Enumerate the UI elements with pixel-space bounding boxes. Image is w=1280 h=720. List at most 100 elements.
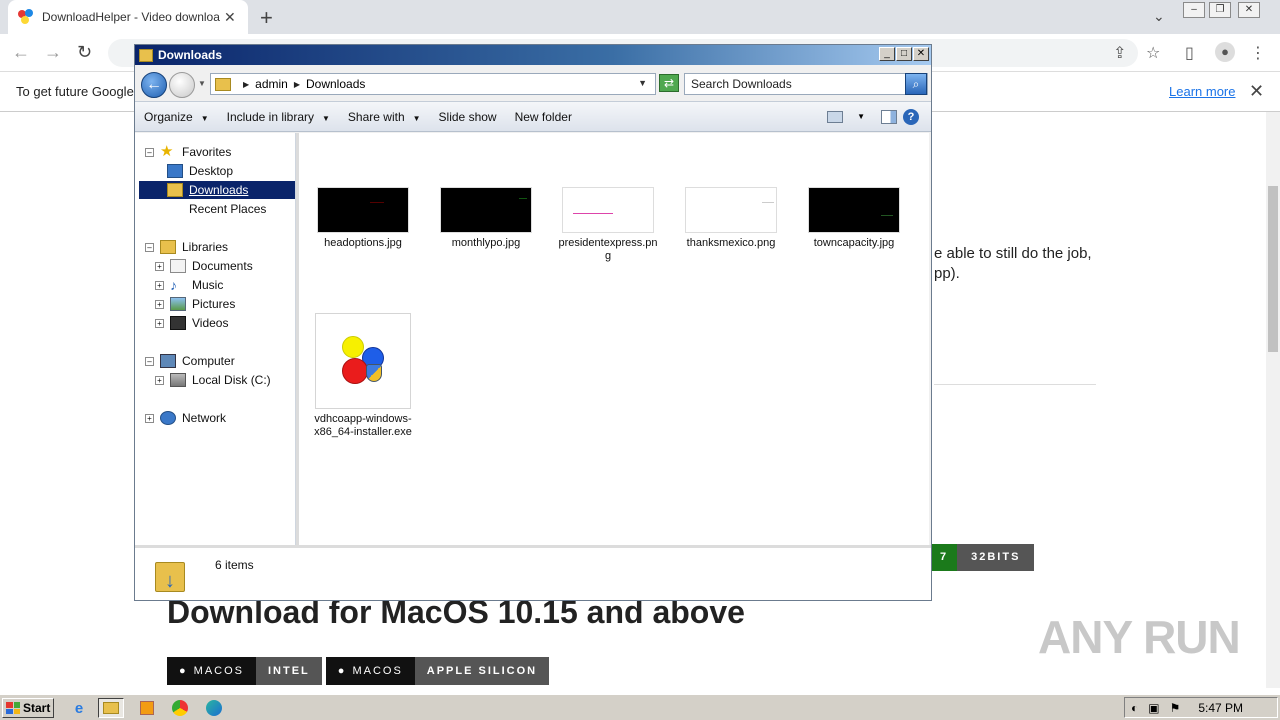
- refresh-icon[interactable]: ⇄: [659, 74, 679, 92]
- explorer-address-bar[interactable]: ▶ admin ▶ Downloads ▼: [210, 73, 656, 95]
- clock[interactable]: 5:47 PM: [1198, 701, 1243, 715]
- nav-item-computer[interactable]: – Computer: [145, 352, 235, 370]
- share-icon[interactable]: ⇪: [1113, 43, 1126, 63]
- chrome-icon[interactable]: [167, 698, 193, 718]
- action-center-flag-icon[interactable]: ⚑: [1170, 701, 1181, 715]
- back-arrow-icon[interactable]: ←: [141, 72, 167, 98]
- button-os-label: MACOS: [352, 665, 403, 677]
- macos-intel-download-button[interactable]: ● MACOS INTEL: [167, 657, 322, 685]
- nav-item-local-disk[interactable]: + Local Disk (C:): [155, 371, 271, 389]
- nav-item-network[interactable]: + Network: [145, 409, 226, 427]
- change-view-icon[interactable]: [827, 110, 844, 123]
- nav-item-desktop[interactable]: Desktop: [167, 162, 233, 180]
- internet-explorer-icon[interactable]: e: [66, 698, 92, 718]
- explorer-maximize-button[interactable]: □: [896, 47, 912, 61]
- nav-item-downloads[interactable]: Downloads: [139, 181, 295, 199]
- badge-os-label: 7: [931, 544, 958, 571]
- edge-icon[interactable]: [201, 698, 227, 718]
- include-in-library-button[interactable]: Include in library ▼: [218, 110, 339, 124]
- file-item-thanksmexico[interactable]: thanksmexico.png: [681, 187, 781, 250]
- forward-arrow-icon[interactable]: →: [44, 42, 62, 63]
- details-pane: ↓ 6 items: [135, 545, 931, 600]
- body-text-line: e able to still do the job,: [934, 245, 1092, 262]
- chevron-right-icon[interactable]: ▶: [243, 80, 249, 89]
- anyrun-watermark: ANY RUN: [1038, 611, 1241, 663]
- reload-icon[interactable]: ↻: [77, 42, 92, 63]
- page-scrollbar-thumb[interactable]: [1268, 186, 1278, 352]
- expand-icon[interactable]: +: [145, 413, 154, 423]
- preview-pane-icon[interactable]: [881, 109, 897, 124]
- body-text-line: pp).: [934, 265, 960, 282]
- share-with-button[interactable]: Share with ▼: [339, 110, 430, 124]
- nav-item-recent-places[interactable]: Recent Places: [167, 200, 266, 218]
- file-item-presidentexpress[interactable]: presidentexpress.png: [558, 187, 658, 263]
- file-item-vdhcoapp-installer[interactable]: vdhcoapp-windows-x86_64-installer.exe: [313, 313, 413, 439]
- new-folder-button[interactable]: New folder: [506, 110, 581, 124]
- view-dropdown-icon[interactable]: ▼: [857, 112, 865, 121]
- slide-show-button[interactable]: Slide show: [430, 110, 506, 124]
- learn-more-link[interactable]: Learn more: [1169, 84, 1235, 99]
- minimize-window-button[interactable]: –: [1183, 2, 1205, 18]
- explorer-close-button[interactable]: ✕: [913, 47, 929, 61]
- file-item-monthlypo[interactable]: monthlypo.jpg: [436, 187, 536, 250]
- forward-arrow-icon[interactable]: [169, 72, 195, 98]
- network-status-icon[interactable]: ▣: [1148, 701, 1159, 715]
- windows-32bits-download-button[interactable]: 7 32BITS: [931, 544, 1035, 571]
- explorer-title-bar[interactable]: Downloads _ □ ✕: [135, 45, 931, 65]
- command-bar: Organize ▼ Include in library ▼ Share with…: [135, 101, 931, 132]
- windows-explorer-taskbar-icon[interactable]: [98, 698, 124, 718]
- bookmark-star-icon[interactable]: ☆: [1146, 43, 1160, 63]
- breadcrumb-admin[interactable]: admin: [255, 77, 288, 91]
- close-window-button[interactable]: ✕: [1238, 2, 1260, 18]
- music-icon: ♪: [170, 277, 177, 293]
- explorer-window: Downloads _ □ ✕ ← ▼ ▶ admin ▶ Downloads …: [134, 44, 932, 601]
- volume-icon[interactable]: ◐: [1131, 701, 1138, 715]
- address-dropdown-icon[interactable]: ▼: [638, 78, 647, 88]
- nav-item-pictures[interactable]: + Pictures: [155, 295, 235, 313]
- videos-icon: [170, 316, 186, 330]
- infobar-close-icon[interactable]: ✕: [1249, 81, 1264, 102]
- tab-close-icon[interactable]: ✕: [224, 9, 236, 26]
- side-panel-icon[interactable]: ▯: [1185, 43, 1194, 63]
- search-input[interactable]: Search Downloads ⌕: [684, 73, 928, 95]
- menu-kebab-icon[interactable]: ⋮: [1250, 43, 1266, 63]
- page-scrollbar[interactable]: [1266, 112, 1280, 688]
- collapse-icon[interactable]: –: [145, 242, 154, 252]
- expand-icon[interactable]: +: [155, 261, 164, 271]
- expand-icon[interactable]: +: [155, 299, 164, 309]
- start-button[interactable]: Start: [2, 698, 54, 718]
- breadcrumb-downloads[interactable]: Downloads: [306, 77, 365, 91]
- restore-window-button[interactable]: ❐: [1209, 2, 1231, 18]
- image-thumbnail: [317, 187, 409, 233]
- macos-apple-silicon-download-button[interactable]: ● MACOS APPLE SILICON: [325, 657, 550, 685]
- help-icon[interactable]: ?: [903, 108, 919, 125]
- file-item-towncapacity[interactable]: towncapacity.jpg: [804, 187, 904, 250]
- search-icon[interactable]: ⌕: [905, 73, 927, 95]
- nav-item-documents[interactable]: + Documents: [155, 257, 253, 275]
- start-label: Start: [23, 701, 51, 715]
- explorer-minimize-button[interactable]: _: [879, 47, 895, 61]
- media-player-icon[interactable]: [134, 698, 160, 718]
- new-tab-button[interactable]: +: [260, 5, 273, 31]
- chevron-right-icon[interactable]: ▶: [294, 80, 300, 89]
- back-arrow-icon[interactable]: ←: [12, 42, 30, 63]
- nav-item-favorites[interactable]: – ★ Favorites: [145, 143, 231, 161]
- nav-item-libraries[interactable]: – Libraries: [145, 238, 228, 256]
- badge-arch-label: 32BITS: [957, 544, 1035, 571]
- tab-search-icon[interactable]: ⌄: [1153, 8, 1165, 25]
- browser-tab[interactable]: DownloadHelper - Video download b ✕: [8, 0, 248, 34]
- collapse-icon[interactable]: –: [145, 147, 154, 157]
- expand-icon[interactable]: +: [155, 318, 164, 328]
- image-thumbnail: [440, 187, 532, 233]
- profile-avatar-icon[interactable]: ●: [1215, 42, 1235, 62]
- apple-icon: ●: [179, 665, 188, 677]
- organize-button[interactable]: Organize ▼: [135, 110, 218, 124]
- recent-pages-dropdown-icon[interactable]: ▼: [198, 79, 206, 88]
- expand-icon[interactable]: +: [155, 375, 164, 385]
- expand-icon[interactable]: +: [155, 280, 164, 290]
- nav-item-music[interactable]: + ♪ Music: [155, 276, 223, 294]
- file-name: monthlypo.jpg: [451, 237, 521, 249]
- file-item-headoptions[interactable]: headoptions.jpg: [313, 187, 413, 250]
- collapse-icon[interactable]: –: [145, 356, 154, 366]
- nav-item-videos[interactable]: + Videos: [155, 314, 228, 332]
